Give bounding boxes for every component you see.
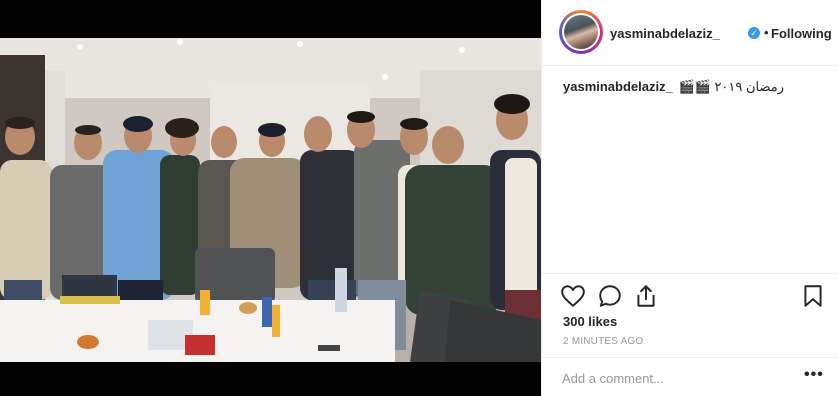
caption-username[interactable]: yasminabdelaziz_ [563,79,673,94]
post-sidebar: yasminabdelaziz_ ✓ • Following yasminabd… [541,0,839,396]
heart-icon[interactable] [560,283,586,309]
avatar[interactable] [559,10,603,54]
instagram-post: yasminabdelaziz_ ✓ • Following yasminabd… [0,0,839,396]
more-options-icon[interactable]: ••• [804,366,824,384]
post-timestamp[interactable]: 2 MINUTES AGO [563,336,643,347]
group-photo-illustration [0,0,541,396]
share-icon[interactable] [633,283,659,309]
bookmark-icon[interactable] [800,283,826,309]
post-photo[interactable] [0,0,541,396]
comment-bar: ••• [542,357,839,396]
action-bar [542,273,839,318]
comment-bubble-icon[interactable] [597,283,623,309]
likes-count[interactable]: 300 likes [563,314,617,329]
comment-input[interactable] [562,369,792,387]
verified-badge-icon: ✓ [748,27,760,39]
caption-text: رمضان ٢٠١٩ 🎬🎬 [678,79,785,94]
post-caption: yasminabdelaziz_ رمضان ٢٠١٩ 🎬🎬 [563,79,784,95]
following-button[interactable]: Following [771,26,832,41]
post-header: yasminabdelaziz_ ✓ • Following [542,0,839,66]
username-link[interactable]: yasminabdelaziz_ [610,26,720,41]
avatar-photo [564,15,598,49]
separator-dot: • [764,25,769,40]
